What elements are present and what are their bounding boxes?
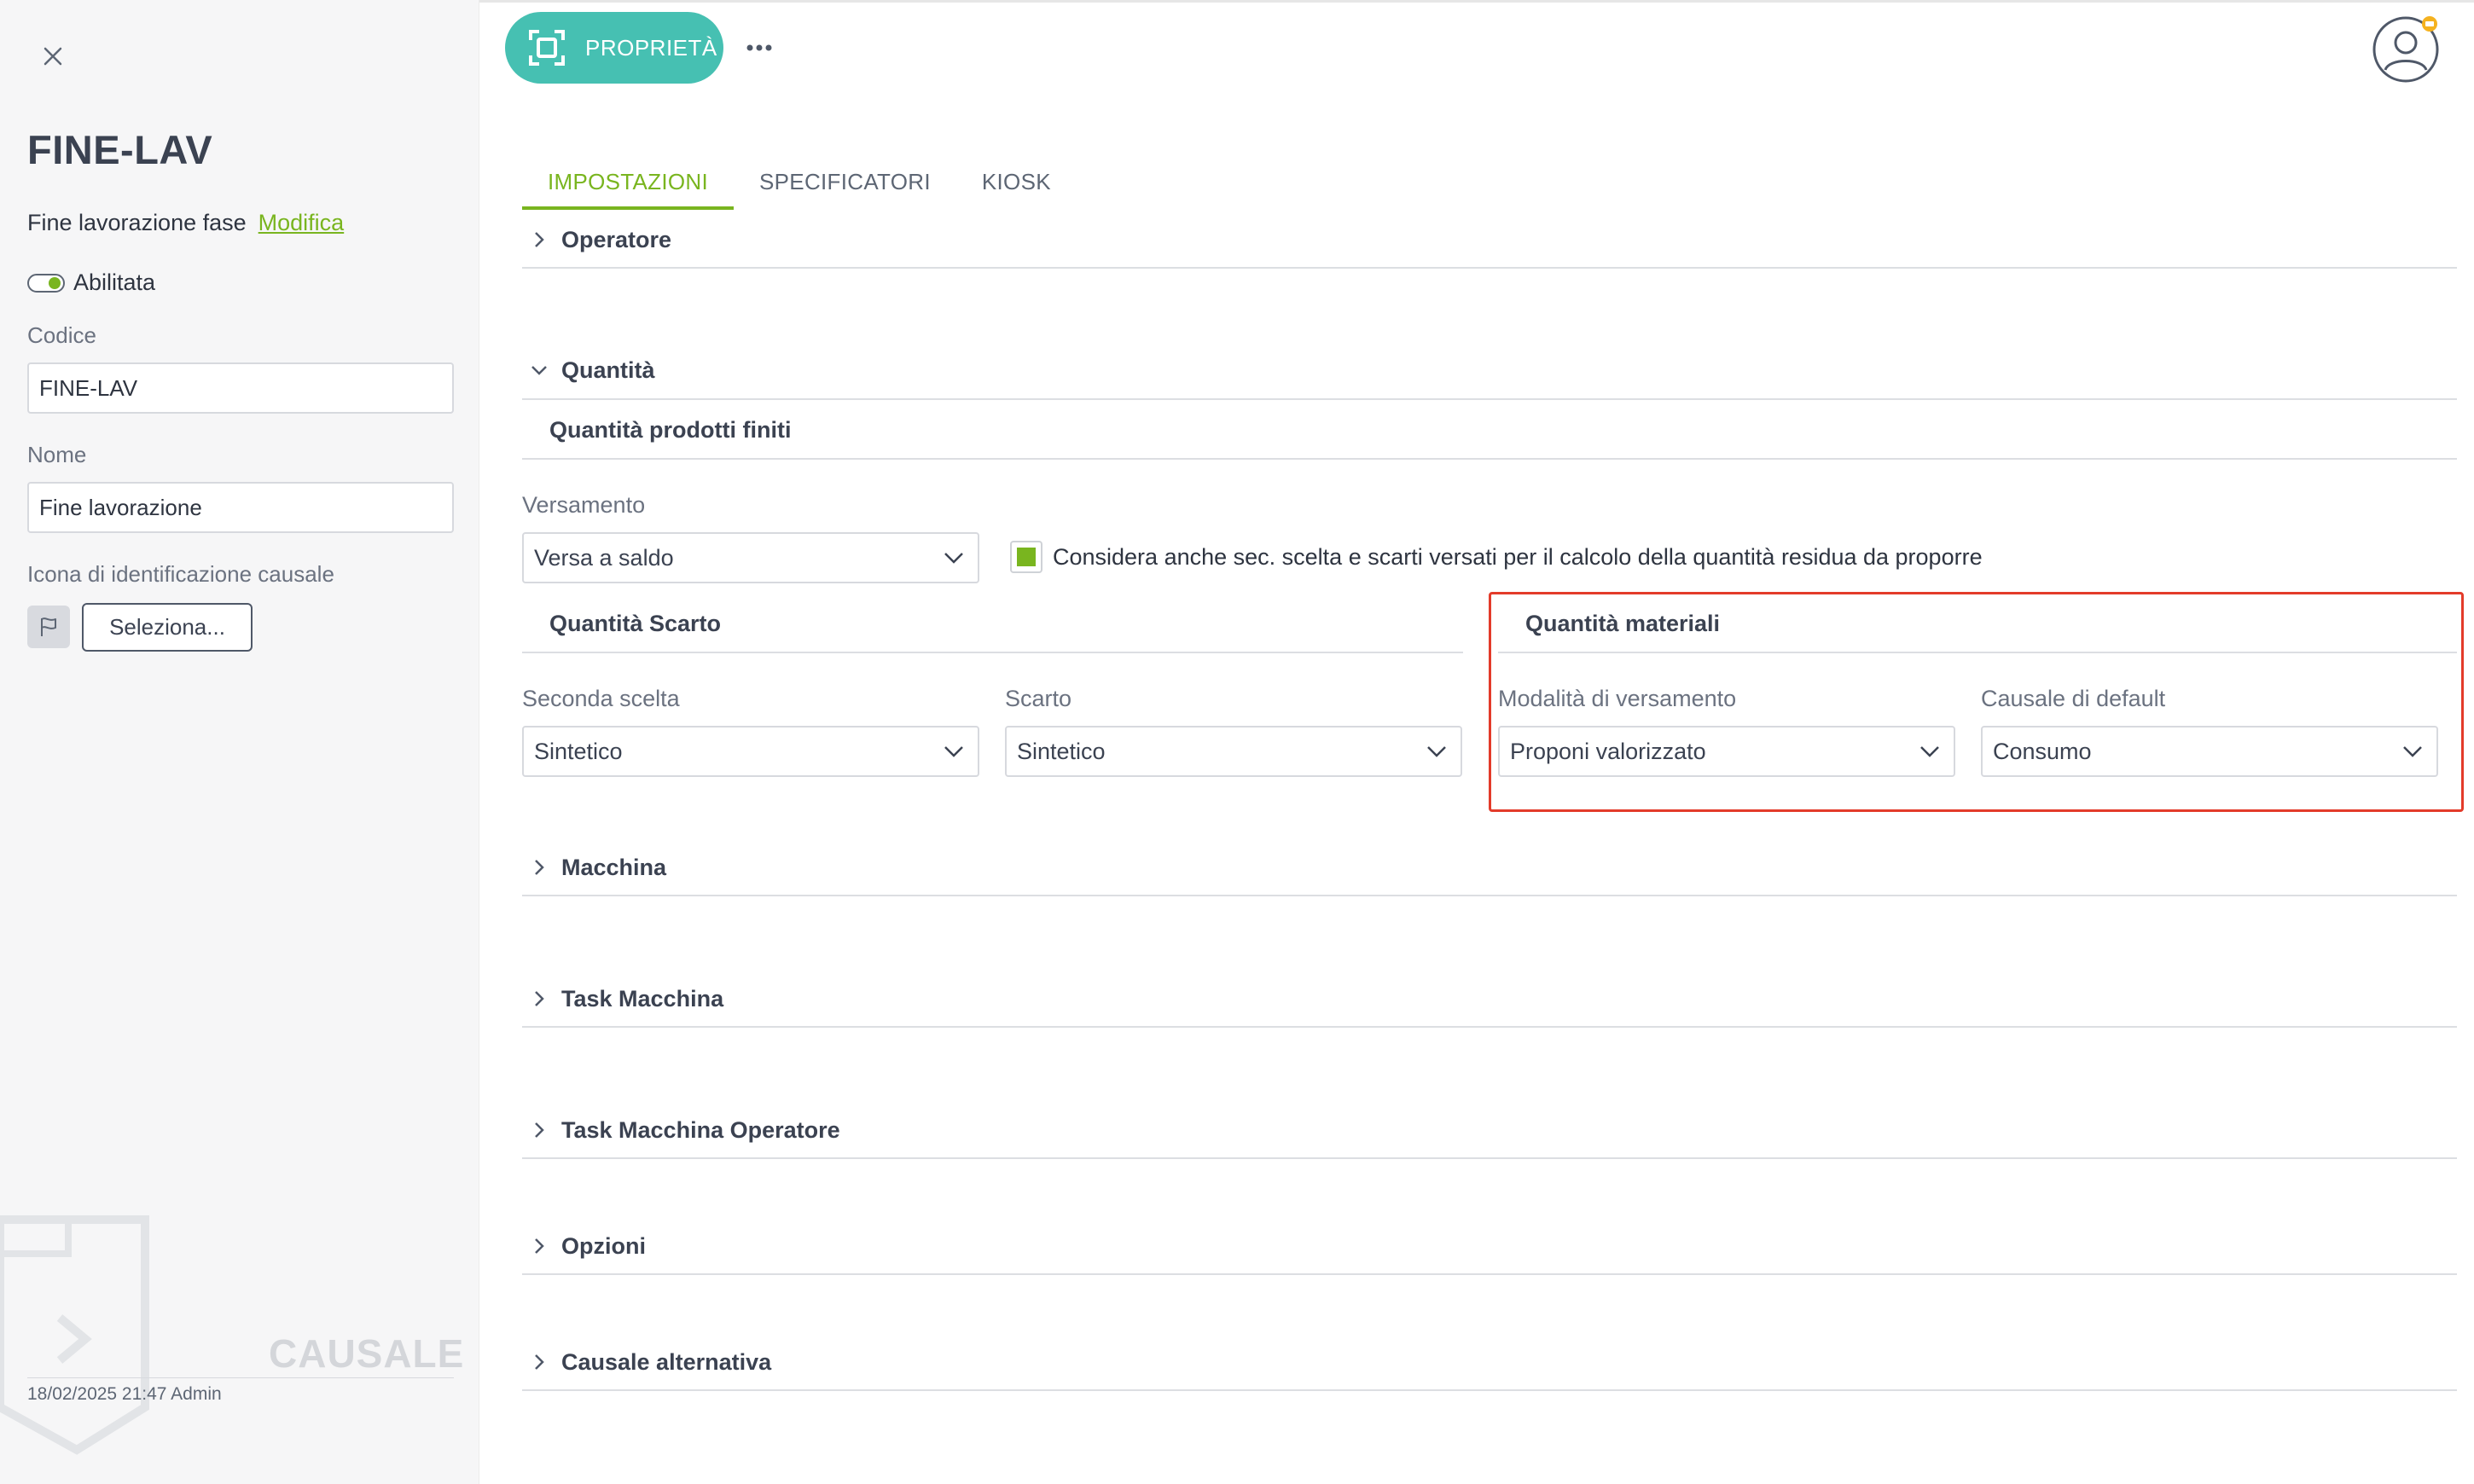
causale-default-select[interactable]: Consumo: [1981, 726, 2438, 777]
subsection-materiali: Quantità materiali: [1525, 611, 1721, 636]
tab-kiosk[interactable]: KIOSK: [956, 159, 1077, 210]
scarto-select[interactable]: Sintetico: [1005, 726, 1462, 777]
divider: [522, 458, 2457, 460]
seconda-scelta-select[interactable]: Sintetico: [522, 726, 979, 777]
tab-impostazioni[interactable]: IMPOSTAZIONI: [522, 159, 735, 210]
icon-label: Icona di identificazione causale: [27, 561, 334, 587]
section-task-macchina-operatore-title: Task Macchina Operatore: [561, 1116, 840, 1143]
footer-divider: [27, 1377, 454, 1378]
scarto-value: Sintetico: [1017, 738, 1106, 764]
causale-default-value: Consumo: [1993, 738, 2092, 764]
section-operatore-header[interactable]: Operatore: [522, 223, 2457, 257]
section-opzioni-header[interactable]: Opzioni: [522, 1229, 2457, 1263]
chevron-down-icon: [1423, 738, 1450, 765]
sidebar-panel: FINE-LAV Fine lavorazione fase Modifica A…: [0, 0, 479, 1484]
properties-label: PROPRIETÀ: [585, 34, 717, 61]
name-field[interactable]: Fine lavorazione: [27, 482, 454, 533]
seconda-scelta-label: Seconda scelta: [522, 686, 680, 711]
versamento-select[interactable]: Versa a saldo: [522, 532, 979, 583]
divider: [522, 1389, 2457, 1391]
chevron-right-icon: [522, 1121, 556, 1139]
chevron-down-icon: [940, 544, 967, 571]
divider: [522, 398, 2457, 400]
enabled-toggle[interactable]: [27, 273, 65, 293]
tab-specificatori[interactable]: SPECIFICATORI: [734, 159, 956, 210]
section-task-macchina-operatore-header[interactable]: Task Macchina Operatore: [522, 1113, 2457, 1147]
consider-scrap-label: Considera anche sec. scelta e scarti ver…: [1053, 544, 1983, 570]
section-operatore-title: Operatore: [561, 226, 672, 252]
modalita-versamento-select[interactable]: Proponi valorizzato: [1498, 726, 1955, 777]
section-task-macchina-title: Task Macchina: [561, 985, 724, 1012]
flag-icon: [27, 606, 70, 648]
audit-footer: 18/02/2025 21:47 Admin: [27, 1384, 222, 1404]
subsection-prodotti-finiti: Quantità prodotti finiti: [549, 417, 792, 443]
record-title: FINE-LAV: [27, 127, 213, 172]
divider: [522, 1157, 2457, 1159]
code-field[interactable]: FINE-LAV: [27, 362, 454, 414]
user-icon[interactable]: [2372, 15, 2440, 84]
scan-icon: [527, 28, 566, 67]
description-text: Fine lavorazione fase: [27, 210, 247, 235]
chevron-right-icon: [522, 989, 556, 1008]
enabled-label: Abilitata: [73, 270, 156, 295]
chevron-down-icon: [1916, 738, 1943, 765]
record-description: Fine lavorazione fase Modifica: [27, 210, 344, 236]
chevron-down-icon: [522, 363, 556, 377]
divider: [522, 267, 2457, 269]
scarto-label: Scarto: [1005, 686, 1072, 711]
subsection-scarto: Quantità Scarto: [549, 611, 722, 636]
chevron-right-icon: [522, 230, 556, 249]
more-icon[interactable]: [742, 31, 776, 65]
versamento-value: Versa a saldo: [534, 544, 674, 571]
close-icon[interactable]: [34, 38, 72, 75]
section-quantita-header[interactable]: Quantità: [522, 353, 2457, 387]
section-causale-alternativa-header[interactable]: Causale alternativa: [522, 1345, 2457, 1379]
divider: [522, 1026, 2457, 1028]
divider: [522, 652, 1463, 653]
consider-scrap-checkbox[interactable]: [1010, 541, 1042, 573]
section-quantita-title: Quantità: [561, 357, 655, 383]
chevron-right-icon: [522, 1237, 556, 1255]
modalita-versamento-label: Modalità di versamento: [1498, 686, 1737, 711]
section-task-macchina-header[interactable]: Task Macchina: [522, 982, 2457, 1016]
section-opzioni-title: Opzioni: [561, 1232, 646, 1259]
name-label: Nome: [27, 442, 87, 467]
tab-bar: IMPOSTAZIONI SPECIFICATORI KIOSK: [522, 159, 1077, 210]
code-label: Codice: [27, 322, 96, 348]
divider: [1498, 652, 2457, 653]
chevron-right-icon: [522, 858, 556, 877]
divider: [522, 895, 2457, 896]
section-causale-alternativa-title: Causale alternativa: [561, 1348, 772, 1375]
edit-link[interactable]: Modifica: [258, 210, 345, 235]
chevron-down-icon: [940, 738, 967, 765]
versamento-label: Versamento: [522, 492, 646, 518]
chevron-right-icon: [522, 1353, 556, 1371]
causale-default-label: Causale di default: [1981, 686, 2166, 711]
section-macchina-header[interactable]: Macchina: [522, 850, 2457, 884]
section-macchina-title: Macchina: [561, 854, 667, 880]
toggle-knob: [49, 276, 61, 289]
chevron-down-icon: [2399, 738, 2426, 765]
causale-watermark-icon: [0, 1215, 149, 1455]
seconda-scelta-value: Sintetico: [534, 738, 623, 764]
select-icon-button[interactable]: Seleziona...: [82, 603, 253, 652]
properties-button[interactable]: PROPRIETÀ: [505, 12, 723, 84]
checkbox-fill: [1017, 548, 1036, 566]
divider: [522, 1273, 2457, 1275]
causale-watermark-text: CAUSALE: [269, 1331, 465, 1376]
modalita-versamento-value: Proponi valorizzato: [1510, 738, 1706, 764]
enabled-toggle-row[interactable]: Abilitata: [27, 270, 155, 296]
